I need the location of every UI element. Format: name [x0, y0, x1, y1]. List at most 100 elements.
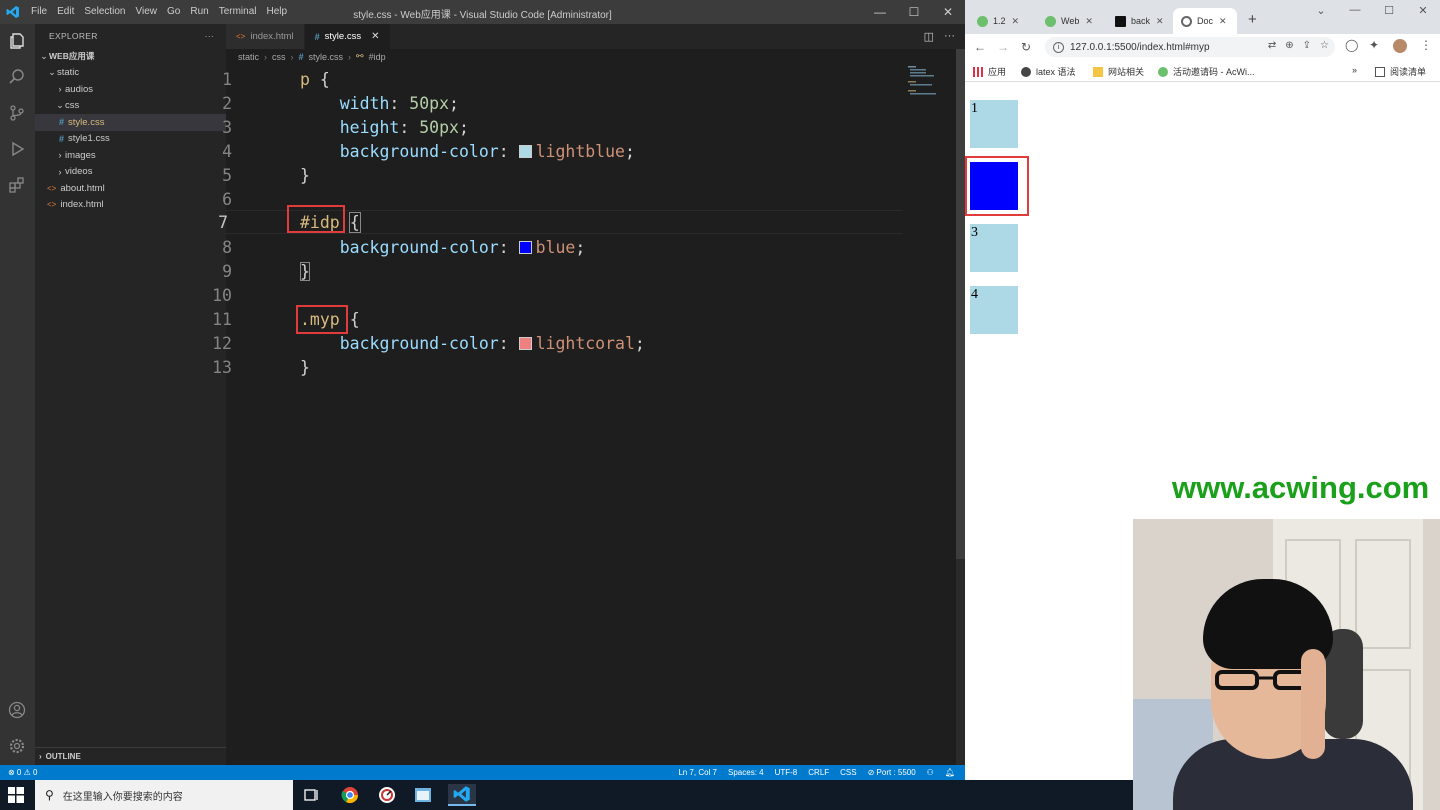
browser-tab-active[interactable]: Doc ✕ [1173, 8, 1237, 34]
maximize-icon[interactable]: ☐ [1372, 4, 1406, 17]
reload-icon[interactable]: ↻ [1021, 40, 1031, 54]
color-swatch-lightcoral[interactable] [518, 336, 532, 350]
new-tab-icon[interactable]: + [1248, 11, 1257, 28]
taskbar-search[interactable]: ⚲ 在这里输入你要搜索的内容 [35, 780, 293, 810]
breadcrumb-item[interactable]: #idp [369, 52, 386, 62]
close-tab-icon[interactable]: ✕ [1085, 16, 1093, 27]
feedback-icon[interactable]: ⚇ [927, 768, 934, 777]
bookmark-label: 活动邀请码 - AcWi... [1173, 67, 1255, 77]
extensions-icon[interactable] [6, 174, 28, 196]
account-icon[interactable] [6, 699, 28, 721]
explorer-icon[interactable] [6, 30, 28, 52]
minimap[interactable] [908, 66, 944, 96]
outline-section[interactable]: › OUTLINE [35, 747, 226, 765]
code-line: 4 background-color: lightblue; [222, 139, 906, 163]
breadcrumb-item[interactable]: style.css [309, 52, 344, 62]
menu-selection[interactable]: Selection [84, 6, 125, 17]
translate-icon[interactable]: ⇄ [1268, 40, 1276, 51]
code-line: 10 [212, 283, 906, 307]
menu-terminal[interactable]: Terminal [219, 6, 257, 17]
split-editor-icon[interactable]: ◫ [924, 30, 934, 43]
breadcrumb: static › css › # style.css › ⚯ #idp [238, 51, 386, 62]
cursor-position[interactable]: Ln 7, Col 7 [678, 768, 717, 777]
editor-scrollbar[interactable] [956, 49, 965, 765]
menu-run[interactable]: Run [190, 6, 208, 17]
tree-project-root[interactable]: ⌄ WEB应用课 [35, 48, 226, 65]
highlight-box-myp [296, 305, 348, 334]
maximize-icon[interactable]: ☐ [897, 0, 931, 24]
menu-go[interactable]: Go [167, 6, 180, 17]
extensions-puzzle-icon[interactable]: ✦ [1369, 38, 1379, 52]
close-window-icon[interactable]: ✕ [931, 0, 965, 24]
close-tab-icon[interactable]: ✕ [1156, 16, 1164, 27]
notepad-app-icon[interactable] [412, 784, 434, 806]
indentation[interactable]: Spaces: 4 [728, 768, 764, 777]
breadcrumb-item[interactable]: css [272, 52, 286, 62]
problems-indicator[interactable]: ⊗ 0 ⚠ 0 [8, 768, 37, 777]
brace: { [349, 309, 360, 329]
vscode-taskbar-icon[interactable] [448, 784, 476, 806]
live-server-port[interactable]: ⊘ Port : 5500 [868, 768, 916, 777]
code-line: 5 } [222, 163, 906, 187]
screen-recorder-icon[interactable] [376, 784, 398, 806]
close-tab-icon[interactable]: ✕ [1012, 16, 1020, 27]
site-info-icon[interactable]: i [1053, 41, 1064, 53]
minimize-icon[interactable]: — [1338, 4, 1372, 17]
explorer-more-icon[interactable]: ··· [205, 31, 214, 41]
webcam-overlay [1133, 519, 1440, 810]
tab-search-icon[interactable]: ⌄ [1304, 4, 1338, 17]
menu-edit[interactable]: Edit [57, 6, 74, 17]
color-swatch-blue[interactable] [518, 240, 532, 254]
bookmarks-overflow[interactable]: » [1352, 65, 1357, 75]
status-bar: ⊗ 0 ⚠ 0 Ln 7, Col 7 Spaces: 4 UTF-8 CRLF… [0, 765, 965, 780]
extension-circle-icon[interactable]: ◯ [1345, 38, 1358, 52]
share-icon[interactable]: ⇪ [1303, 40, 1311, 51]
browser-menu-icon[interactable]: ⋮ [1420, 38, 1432, 52]
close-tab-icon[interactable]: ✕ [371, 31, 379, 42]
run-debug-icon[interactable] [6, 138, 28, 160]
profile-avatar[interactable] [1393, 39, 1407, 53]
paragraph-box-1: 1 [970, 100, 1018, 148]
paragraph-box-3: 3 [970, 224, 1018, 272]
minimize-icon[interactable]: — [863, 0, 897, 24]
scrollbar-thumb[interactable] [956, 49, 965, 559]
back-arrow-icon[interactable]: ← [974, 40, 986, 54]
line-number: 3 [222, 117, 232, 137]
browser-tab[interactable]: back ✕ [1107, 8, 1173, 34]
windows-start-icon[interactable] [8, 787, 24, 803]
more-actions-icon[interactable]: ··· [944, 30, 955, 43]
menu-help[interactable]: Help [267, 6, 288, 17]
bookmark-invite[interactable]: 活动邀请码 - AcWi... [1158, 65, 1255, 78]
encoding[interactable]: UTF-8 [775, 768, 798, 777]
bookmark-site[interactable]: 网站相关 [1093, 65, 1144, 78]
color-swatch-lightblue[interactable] [518, 144, 532, 158]
notifications-bell-icon[interactable]: 🔔︎ [945, 768, 955, 777]
close-window-icon[interactable]: ✕ [1406, 4, 1440, 17]
tab-index-html[interactable]: <> index.html [226, 24, 305, 49]
bookmark-star-icon[interactable]: ☆ [1320, 40, 1329, 51]
tab-style-css[interactable]: # style.css ✕ [304, 24, 391, 49]
window-controls: — ☐ ✕ [863, 0, 965, 24]
bookmark-apps[interactable]: 应用 [973, 65, 1006, 78]
language-mode[interactable]: CSS [840, 768, 856, 777]
line-ending[interactable]: CRLF [808, 768, 829, 777]
source-control-icon[interactable] [6, 102, 28, 124]
zoom-icon[interactable]: ⊕ [1285, 40, 1293, 51]
browser-tab[interactable]: 1.2 ✕ [969, 8, 1033, 34]
close-tab-icon[interactable]: ✕ [1219, 16, 1227, 27]
menu-view[interactable]: View [136, 6, 158, 17]
chrome-icon[interactable] [339, 784, 361, 806]
settings-gear-icon[interactable] [6, 735, 28, 757]
url-bar[interactable]: i 127.0.0.1:5500/index.html#myp ⇄ ⊕ ⇪ ☆ [1045, 37, 1335, 57]
forward-arrow-icon[interactable]: → [997, 40, 1009, 54]
code-editor[interactable]: 1 p { 2 width: 50px; 3 height: 50px; 4 b… [212, 66, 956, 765]
menu-file[interactable]: File [31, 6, 47, 17]
line-number: 8 [222, 237, 232, 257]
breadcrumb-item[interactable]: static [238, 52, 259, 62]
search-icon[interactable] [6, 66, 28, 88]
browser-tab[interactable]: Web ✕ [1037, 8, 1103, 34]
bookmark-latex[interactable]: latex 语法 [1021, 65, 1076, 78]
reading-list[interactable]: 阅读清单 [1375, 65, 1426, 78]
task-view-icon[interactable] [301, 784, 323, 806]
property: background-color [339, 237, 499, 257]
